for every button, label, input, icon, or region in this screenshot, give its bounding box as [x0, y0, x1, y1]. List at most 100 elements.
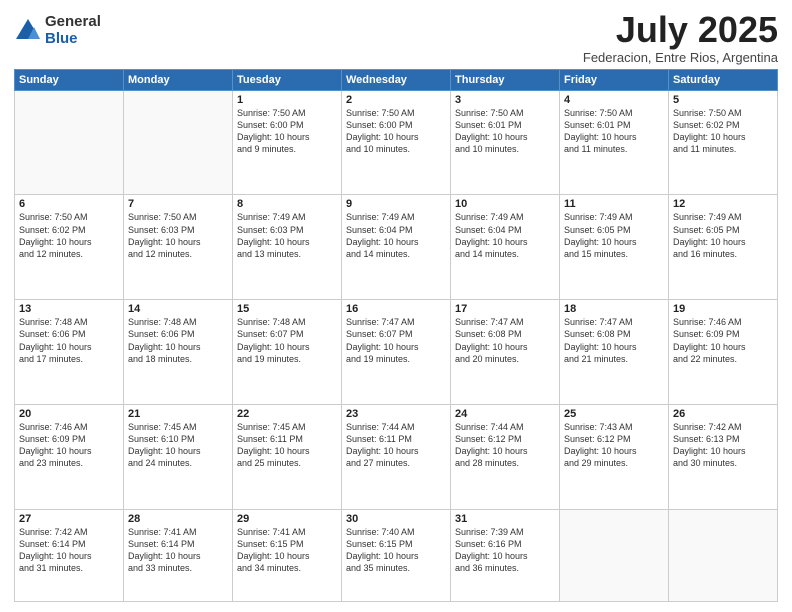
day-number: 3	[455, 94, 555, 106]
calendar-day: 21Sunrise: 7:45 AM Sunset: 6:10 PM Dayli…	[124, 405, 233, 510]
day-info: Sunrise: 7:46 AM Sunset: 6:09 PM Dayligh…	[19, 421, 119, 470]
day-number: 15	[237, 303, 337, 315]
day-info: Sunrise: 7:42 AM Sunset: 6:14 PM Dayligh…	[19, 526, 119, 575]
calendar-day: 10Sunrise: 7:49 AM Sunset: 6:04 PM Dayli…	[451, 195, 560, 300]
day-number: 20	[19, 408, 119, 420]
day-info: Sunrise: 7:48 AM Sunset: 6:07 PM Dayligh…	[237, 316, 337, 365]
calendar-day: 18Sunrise: 7:47 AM Sunset: 6:08 PM Dayli…	[560, 300, 669, 405]
day-info: Sunrise: 7:50 AM Sunset: 6:02 PM Dayligh…	[673, 107, 773, 156]
header: General Blue July 2025 Federacion, Entre…	[14, 10, 778, 65]
day-info: Sunrise: 7:50 AM Sunset: 6:02 PM Dayligh…	[19, 211, 119, 260]
day-info: Sunrise: 7:48 AM Sunset: 6:06 PM Dayligh…	[19, 316, 119, 365]
day-info: Sunrise: 7:49 AM Sunset: 6:05 PM Dayligh…	[673, 211, 773, 260]
day-number: 13	[19, 303, 119, 315]
calendar-day: 31Sunrise: 7:39 AM Sunset: 6:16 PM Dayli…	[451, 509, 560, 601]
calendar-day: 2Sunrise: 7:50 AM Sunset: 6:00 PM Daylig…	[342, 90, 451, 195]
calendar-day: 5Sunrise: 7:50 AM Sunset: 6:02 PM Daylig…	[669, 90, 778, 195]
day-number: 31	[455, 513, 555, 525]
day-info: Sunrise: 7:42 AM Sunset: 6:13 PM Dayligh…	[673, 421, 773, 470]
day-number: 19	[673, 303, 773, 315]
day-info: Sunrise: 7:44 AM Sunset: 6:11 PM Dayligh…	[346, 421, 446, 470]
calendar-day: 9Sunrise: 7:49 AM Sunset: 6:04 PM Daylig…	[342, 195, 451, 300]
calendar-day: 7Sunrise: 7:50 AM Sunset: 6:03 PM Daylig…	[124, 195, 233, 300]
day-info: Sunrise: 7:49 AM Sunset: 6:05 PM Dayligh…	[564, 211, 664, 260]
logo-icon	[14, 17, 42, 45]
calendar-day: 28Sunrise: 7:41 AM Sunset: 6:14 PM Dayli…	[124, 509, 233, 601]
day-number: 22	[237, 408, 337, 420]
calendar-day: 27Sunrise: 7:42 AM Sunset: 6:14 PM Dayli…	[15, 509, 124, 601]
calendar-day	[560, 509, 669, 601]
calendar-day: 22Sunrise: 7:45 AM Sunset: 6:11 PM Dayli…	[233, 405, 342, 510]
day-number: 25	[564, 408, 664, 420]
day-number: 7	[128, 198, 228, 210]
day-number: 14	[128, 303, 228, 315]
day-of-week-header: Sunday	[15, 69, 124, 90]
calendar-day	[124, 90, 233, 195]
day-number: 24	[455, 408, 555, 420]
day-info: Sunrise: 7:41 AM Sunset: 6:15 PM Dayligh…	[237, 526, 337, 575]
day-of-week-header: Thursday	[451, 69, 560, 90]
calendar-day: 23Sunrise: 7:44 AM Sunset: 6:11 PM Dayli…	[342, 405, 451, 510]
day-number: 11	[564, 198, 664, 210]
logo-general-text: General	[45, 14, 101, 31]
day-of-week-header: Tuesday	[233, 69, 342, 90]
week-row: 20Sunrise: 7:46 AM Sunset: 6:09 PM Dayli…	[15, 405, 778, 510]
calendar-day: 15Sunrise: 7:48 AM Sunset: 6:07 PM Dayli…	[233, 300, 342, 405]
day-number: 28	[128, 513, 228, 525]
calendar-day: 3Sunrise: 7:50 AM Sunset: 6:01 PM Daylig…	[451, 90, 560, 195]
day-info: Sunrise: 7:45 AM Sunset: 6:11 PM Dayligh…	[237, 421, 337, 470]
calendar-day: 13Sunrise: 7:48 AM Sunset: 6:06 PM Dayli…	[15, 300, 124, 405]
logo-blue-text: Blue	[45, 31, 101, 48]
day-info: Sunrise: 7:50 AM Sunset: 6:01 PM Dayligh…	[564, 107, 664, 156]
day-info: Sunrise: 7:47 AM Sunset: 6:08 PM Dayligh…	[455, 316, 555, 365]
day-number: 8	[237, 198, 337, 210]
day-number: 26	[673, 408, 773, 420]
day-info: Sunrise: 7:43 AM Sunset: 6:12 PM Dayligh…	[564, 421, 664, 470]
calendar-day	[15, 90, 124, 195]
day-info: Sunrise: 7:47 AM Sunset: 6:07 PM Dayligh…	[346, 316, 446, 365]
day-of-week-header: Monday	[124, 69, 233, 90]
week-row: 1Sunrise: 7:50 AM Sunset: 6:00 PM Daylig…	[15, 90, 778, 195]
title-block: July 2025 Federacion, Entre Rios, Argent…	[583, 10, 778, 65]
calendar-day	[669, 509, 778, 601]
day-number: 4	[564, 94, 664, 106]
calendar-table: SundayMondayTuesdayWednesdayThursdayFrid…	[14, 69, 778, 602]
day-number: 10	[455, 198, 555, 210]
logo: General Blue	[14, 14, 101, 47]
calendar-header-row: SundayMondayTuesdayWednesdayThursdayFrid…	[15, 69, 778, 90]
day-info: Sunrise: 7:47 AM Sunset: 6:08 PM Dayligh…	[564, 316, 664, 365]
week-row: 6Sunrise: 7:50 AM Sunset: 6:02 PM Daylig…	[15, 195, 778, 300]
calendar-day: 25Sunrise: 7:43 AM Sunset: 6:12 PM Dayli…	[560, 405, 669, 510]
day-of-week-header: Wednesday	[342, 69, 451, 90]
day-of-week-header: Friday	[560, 69, 669, 90]
day-info: Sunrise: 7:50 AM Sunset: 6:00 PM Dayligh…	[346, 107, 446, 156]
day-info: Sunrise: 7:44 AM Sunset: 6:12 PM Dayligh…	[455, 421, 555, 470]
calendar-day: 14Sunrise: 7:48 AM Sunset: 6:06 PM Dayli…	[124, 300, 233, 405]
day-info: Sunrise: 7:50 AM Sunset: 6:01 PM Dayligh…	[455, 107, 555, 156]
day-number: 12	[673, 198, 773, 210]
logo-text: General Blue	[45, 14, 101, 47]
day-number: 27	[19, 513, 119, 525]
calendar-day: 26Sunrise: 7:42 AM Sunset: 6:13 PM Dayli…	[669, 405, 778, 510]
day-number: 6	[19, 198, 119, 210]
calendar-day: 12Sunrise: 7:49 AM Sunset: 6:05 PM Dayli…	[669, 195, 778, 300]
week-row: 27Sunrise: 7:42 AM Sunset: 6:14 PM Dayli…	[15, 509, 778, 601]
calendar-day: 19Sunrise: 7:46 AM Sunset: 6:09 PM Dayli…	[669, 300, 778, 405]
day-number: 5	[673, 94, 773, 106]
day-number: 18	[564, 303, 664, 315]
day-number: 29	[237, 513, 337, 525]
calendar-day: 8Sunrise: 7:49 AM Sunset: 6:03 PM Daylig…	[233, 195, 342, 300]
day-number: 23	[346, 408, 446, 420]
calendar-day: 17Sunrise: 7:47 AM Sunset: 6:08 PM Dayli…	[451, 300, 560, 405]
week-row: 13Sunrise: 7:48 AM Sunset: 6:06 PM Dayli…	[15, 300, 778, 405]
day-info: Sunrise: 7:40 AM Sunset: 6:15 PM Dayligh…	[346, 526, 446, 575]
day-number: 17	[455, 303, 555, 315]
page: General Blue July 2025 Federacion, Entre…	[0, 0, 792, 612]
day-info: Sunrise: 7:50 AM Sunset: 6:03 PM Dayligh…	[128, 211, 228, 260]
calendar-day: 4Sunrise: 7:50 AM Sunset: 6:01 PM Daylig…	[560, 90, 669, 195]
day-info: Sunrise: 7:49 AM Sunset: 6:04 PM Dayligh…	[346, 211, 446, 260]
calendar-day: 30Sunrise: 7:40 AM Sunset: 6:15 PM Dayli…	[342, 509, 451, 601]
calendar-day: 29Sunrise: 7:41 AM Sunset: 6:15 PM Dayli…	[233, 509, 342, 601]
calendar-day: 1Sunrise: 7:50 AM Sunset: 6:00 PM Daylig…	[233, 90, 342, 195]
calendar-day: 16Sunrise: 7:47 AM Sunset: 6:07 PM Dayli…	[342, 300, 451, 405]
